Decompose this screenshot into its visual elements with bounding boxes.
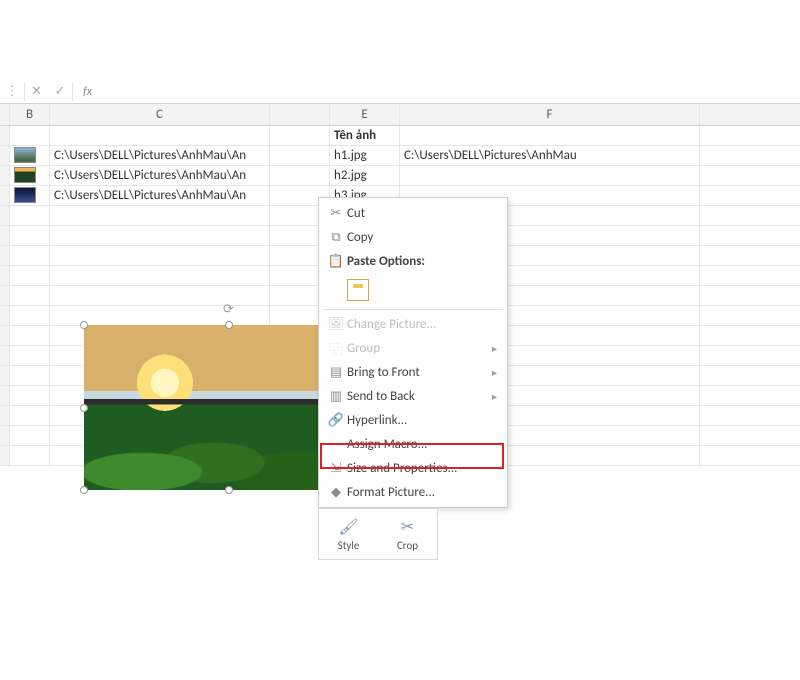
resize-handle[interactable] bbox=[80, 321, 88, 329]
table-row: C:\Users\DELL\Pictures\AnhMau\An h1.jpg … bbox=[0, 146, 800, 166]
table-row: C:\Users\DELL\Pictures\AnhMau\An h2.jpg bbox=[0, 166, 800, 186]
menu-change-picture[interactable]: 🖼Change Picture... bbox=[319, 312, 507, 336]
submenu-arrow-icon: ▸ bbox=[492, 366, 497, 379]
paste-options-header: 📋Paste Options: bbox=[319, 249, 507, 273]
picture-mini-toolbar: 🖌Style ✂Crop bbox=[318, 508, 438, 560]
column-header-b[interactable]: B bbox=[10, 104, 50, 125]
resize-handle[interactable] bbox=[225, 486, 233, 494]
send-to-back-icon: ▥ bbox=[325, 389, 347, 404]
formula-bar-menu-icon[interactable]: ⋮ bbox=[0, 83, 24, 101]
submenu-arrow-icon: ▸ bbox=[492, 390, 497, 403]
cell-e-header[interactable]: Tên ảnh bbox=[330, 126, 400, 145]
copy-icon: ⧉ bbox=[325, 230, 347, 245]
crop-button[interactable]: ✂Crop bbox=[378, 509, 437, 559]
menu-format-picture[interactable]: ◆Format Picture... bbox=[319, 480, 507, 504]
paste-as-picture-icon bbox=[347, 279, 369, 301]
formula-cancel-icon[interactable]: ✕ bbox=[24, 83, 48, 101]
menu-assign-macro[interactable]: Assign Macro... bbox=[319, 432, 507, 456]
crop-icon: ✂ bbox=[401, 517, 414, 537]
menu-bring-to-front[interactable]: ▤Bring to Front▸ bbox=[319, 360, 507, 384]
menu-hyperlink[interactable]: 🔗Hyperlink... bbox=[319, 408, 507, 432]
bring-to-front-icon: ▤ bbox=[325, 365, 347, 380]
style-icon: 🖌 bbox=[338, 517, 358, 537]
submenu-arrow-icon: ▸ bbox=[492, 342, 497, 355]
cell-filename[interactable]: h2.jpg bbox=[330, 166, 400, 185]
cell-path[interactable]: C:\Users\DELL\Pictures\AnhMau\An bbox=[50, 146, 270, 165]
picture-context-menu: ✂Cut ⧉Copy 📋Paste Options: 🖼Change Pictu… bbox=[318, 197, 508, 508]
fx-label[interactable]: fx bbox=[77, 85, 92, 99]
rotate-handle-icon[interactable]: ⟳ bbox=[223, 299, 234, 318]
group-icon: ⿻ bbox=[325, 339, 347, 358]
thumbnail-icon[interactable] bbox=[14, 147, 36, 163]
column-header-row: B C E F bbox=[0, 104, 800, 126]
thumbnail-icon[interactable] bbox=[14, 167, 36, 183]
column-header-f[interactable]: F bbox=[400, 104, 700, 125]
resize-handle[interactable] bbox=[225, 321, 233, 329]
size-icon: ⇲ bbox=[325, 461, 347, 476]
menu-size-and-properties[interactable]: ⇲Size and Properties... bbox=[319, 456, 507, 480]
link-icon: 🔗 bbox=[325, 413, 347, 428]
menu-send-to-back[interactable]: ▥Send to Back▸ bbox=[319, 384, 507, 408]
cell-path[interactable]: C:\Users\DELL\Pictures\AnhMau\An bbox=[50, 186, 270, 205]
cell-path[interactable]: C:\Users\DELL\Pictures\AnhMau bbox=[400, 146, 700, 165]
menu-group: ⿻Group▸ bbox=[319, 336, 507, 360]
scissors-icon: ✂ bbox=[325, 206, 347, 221]
formula-confirm-icon[interactable]: ✓ bbox=[48, 83, 72, 101]
cell-path[interactable]: C:\Users\DELL\Pictures\AnhMau\An bbox=[50, 166, 270, 185]
formula-bar: ⋮ ✕ ✓ fx bbox=[0, 80, 800, 104]
format-picture-icon: ◆ bbox=[325, 485, 347, 500]
resize-handle[interactable] bbox=[80, 486, 88, 494]
style-button[interactable]: 🖌Style bbox=[319, 509, 378, 559]
column-header-e[interactable]: E bbox=[330, 104, 400, 125]
menu-copy[interactable]: ⧉Copy bbox=[319, 225, 507, 249]
picture-icon: 🖼 bbox=[325, 317, 347, 332]
cell-filename[interactable]: h1.jpg bbox=[330, 146, 400, 165]
thumbnail-icon[interactable] bbox=[14, 187, 36, 203]
column-header-c[interactable]: C bbox=[50, 104, 270, 125]
menu-cut[interactable]: ✂Cut bbox=[319, 201, 507, 225]
clipboard-icon: 📋 bbox=[325, 254, 347, 269]
resize-handle[interactable] bbox=[80, 404, 88, 412]
column-header-d[interactable] bbox=[270, 104, 330, 125]
paste-option-picture[interactable] bbox=[319, 273, 507, 307]
